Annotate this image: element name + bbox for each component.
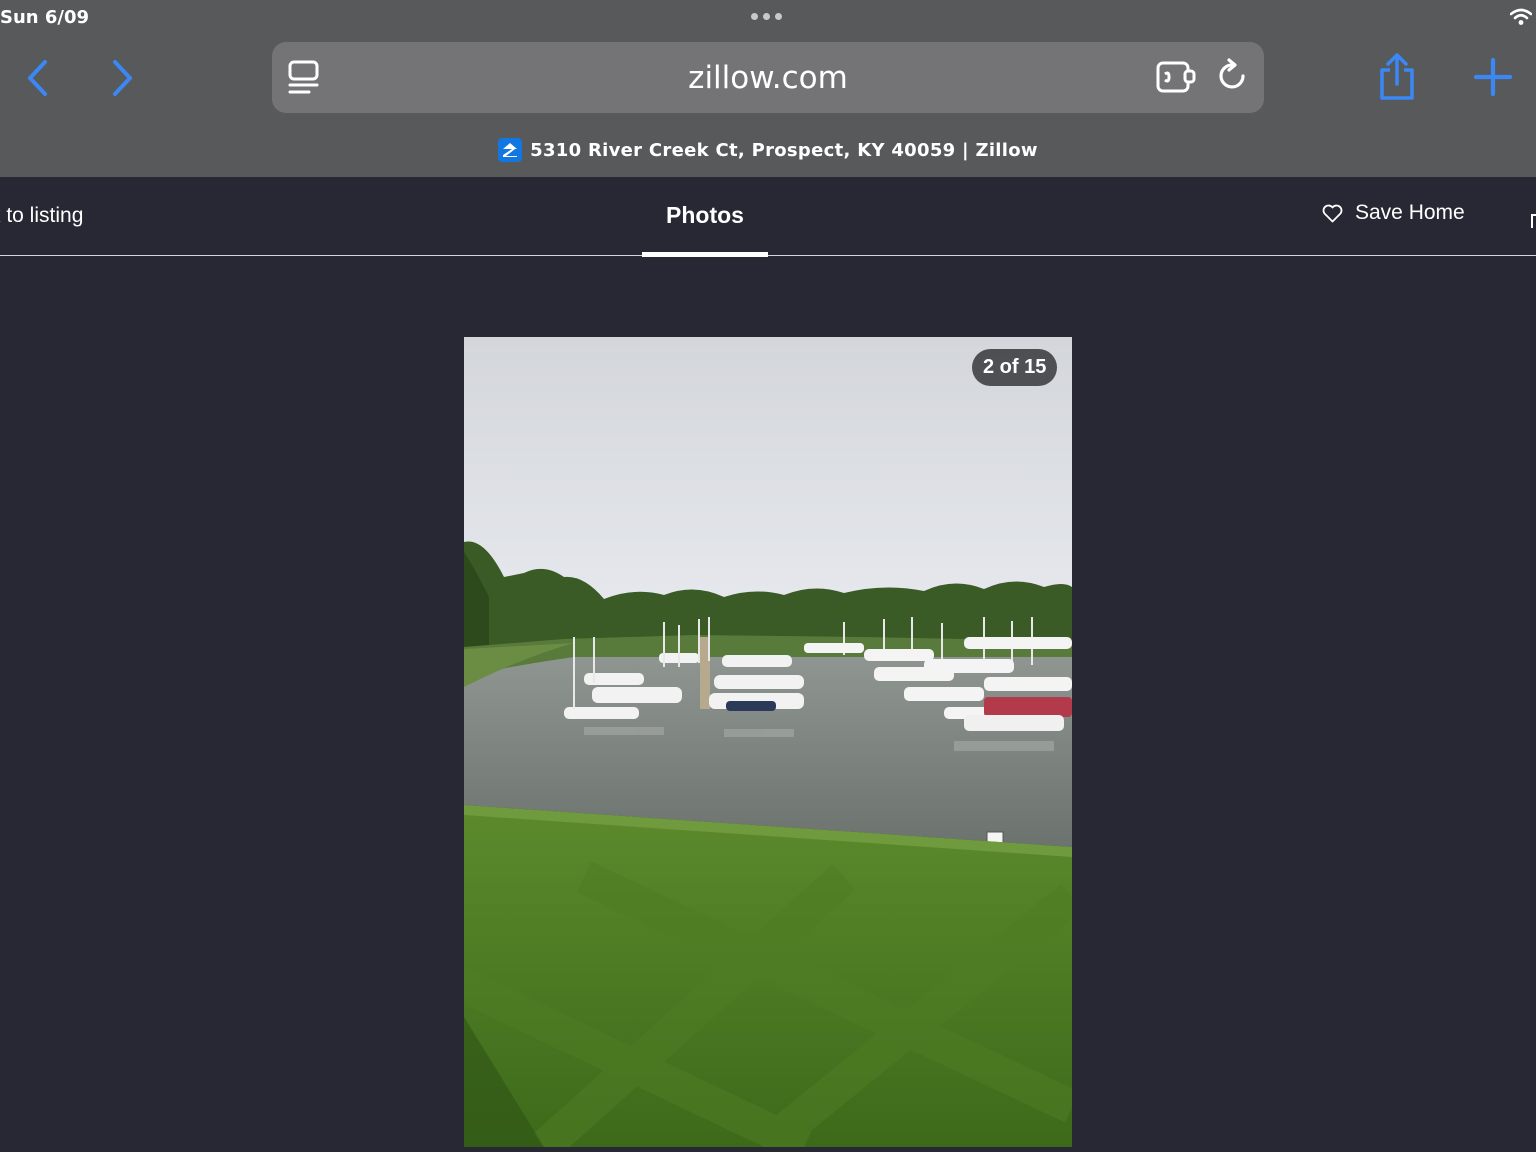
zillow-favicon-icon	[498, 138, 523, 162]
browser-toolbar: Sun 6/09 zillow.com 5310 River Creek Ct,…	[0, 0, 1536, 177]
url-text[interactable]: zillow.com	[272, 60, 1264, 96]
share-button[interactable]	[1376, 52, 1418, 102]
tab-photos[interactable]: Photos	[642, 177, 768, 257]
back-to-listing-link[interactable]: k to listing	[0, 204, 83, 228]
listing-photo[interactable]	[464, 337, 1072, 1147]
reload-icon[interactable]	[1216, 58, 1250, 96]
photo-counter-badge: 2 of 15	[972, 349, 1058, 386]
active-tab-indicator	[642, 252, 768, 257]
new-tab-button[interactable]	[1472, 56, 1514, 98]
forward-button[interactable]	[102, 56, 142, 100]
back-button[interactable]	[18, 56, 58, 100]
tab-strip[interactable]: 5310 River Creek Ct, Prospect, KY 40059 …	[0, 138, 1536, 168]
save-home-label: Save Home	[1355, 201, 1465, 224]
photo-viewer-header: k to listing Photos Save Home	[0, 177, 1536, 257]
extension-icon[interactable]	[1155, 59, 1197, 95]
status-time: Sun 6/09	[0, 7, 90, 28]
share-listing-icon[interactable]	[1531, 214, 1536, 228]
heart-icon	[1322, 204, 1343, 222]
tab-photos-label: Photos	[666, 202, 744, 228]
multitasking-dots-icon[interactable]	[751, 13, 782, 20]
tab-title: 5310 River Creek Ct, Prospect, KY 40059 …	[530, 139, 1038, 161]
wifi-icon	[1510, 8, 1532, 25]
save-home-button[interactable]: Save Home	[1322, 201, 1465, 225]
address-bar[interactable]: zillow.com	[272, 42, 1264, 113]
